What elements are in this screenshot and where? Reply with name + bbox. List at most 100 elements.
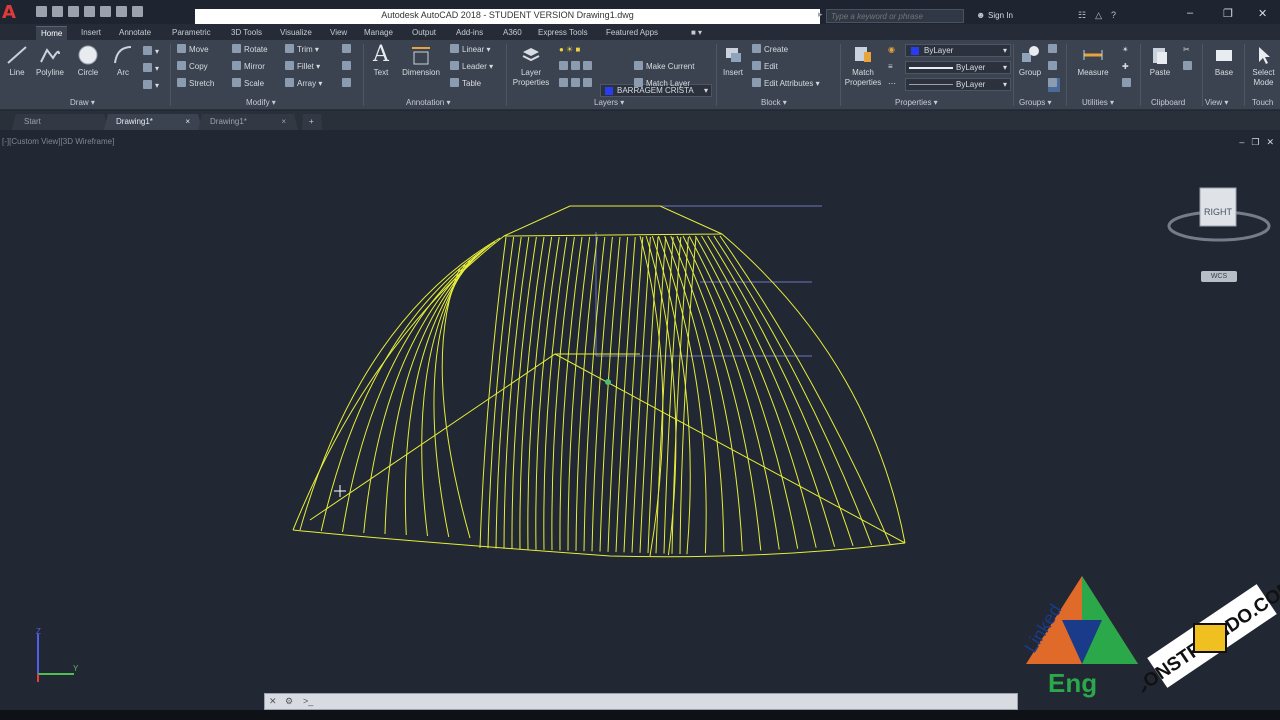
exchange-icon[interactable]: △ xyxy=(1095,10,1102,21)
close-tab-icon[interactable]: × xyxy=(185,114,190,129)
dimension-button[interactable]: Dimension xyxy=(398,44,444,77)
layer-properties-button[interactable]: Layer Properties xyxy=(509,44,553,88)
command-line[interactable]: ✕ ⚙ >_ xyxy=(264,693,1018,710)
polyline-button[interactable]: Polyline xyxy=(32,44,68,77)
ribbon-options-icon[interactable]: ■ ▾ xyxy=(686,26,707,40)
measure-button[interactable]: Measure xyxy=(1072,44,1114,77)
tab-3d-tools[interactable]: 3D Tools xyxy=(226,26,267,40)
help-icon[interactable]: ? xyxy=(1111,10,1116,21)
trim-button[interactable]: Trim ▾ xyxy=(285,44,319,58)
tab-a360[interactable]: A360 xyxy=(498,26,527,40)
undo-icon[interactable] xyxy=(116,6,127,17)
copy-clip-icon[interactable] xyxy=(1183,61,1195,75)
cut-icon[interactable]: ✂ xyxy=(1183,44,1190,58)
paste-button[interactable]: Paste xyxy=(1146,44,1174,77)
properties-panel-title[interactable]: Properties ▾ xyxy=(895,98,938,107)
sign-in-link[interactable]: Sign In xyxy=(988,11,1013,20)
stretch-button[interactable]: Stretch xyxy=(177,78,214,92)
tab-manage[interactable]: Manage xyxy=(359,26,398,40)
edit-attributes-button[interactable]: Edit Attributes ▾ xyxy=(752,78,820,92)
match-layer-button[interactable]: Match Layer xyxy=(634,78,690,92)
file-tab-drawing1-active[interactable]: Drawing1* × xyxy=(104,114,202,130)
erase-icon[interactable] xyxy=(342,44,354,58)
modify-panel-title[interactable]: Modify ▾ xyxy=(246,98,276,107)
offset-icon[interactable] xyxy=(342,78,354,92)
file-tab-start[interactable]: Start xyxy=(12,114,108,130)
close-icon[interactable]: ✕ xyxy=(1258,7,1267,20)
tab-insert[interactable]: Insert xyxy=(76,26,106,40)
viewcube[interactable]: RIGHT xyxy=(1166,184,1272,250)
fillet-button[interactable]: Fillet ▾ xyxy=(285,61,320,75)
groups-panel-title[interactable]: Groups ▾ xyxy=(1019,98,1051,107)
arc-button[interactable]: Arc xyxy=(110,44,136,77)
lineweight-icon[interactable]: ≡ xyxy=(888,61,893,75)
search-box[interactable] xyxy=(826,9,964,23)
array-button[interactable]: Array ▾ xyxy=(285,78,322,92)
tab-annotate[interactable]: Annotate xyxy=(114,26,156,40)
tab-home[interactable]: Home xyxy=(36,26,68,40)
restore-icon[interactable]: ❐ xyxy=(1223,7,1233,20)
rotate-button[interactable]: Rotate xyxy=(232,44,268,58)
close-tab-icon[interactable]: × xyxy=(281,114,286,129)
tab-view[interactable]: View xyxy=(325,26,352,40)
clipboard-panel-title[interactable]: Clipboard xyxy=(1151,98,1185,107)
tab-output[interactable]: Output xyxy=(407,26,441,40)
calculator-icon[interactable] xyxy=(1122,78,1134,92)
autocad-logo-icon[interactable]: A xyxy=(2,3,26,23)
minimize-icon[interactable]: – xyxy=(1187,7,1193,19)
search-input[interactable] xyxy=(827,10,963,22)
text-button[interactable]: A Text xyxy=(369,44,393,78)
create-block-button[interactable]: Create xyxy=(752,44,788,58)
ungroup-icon[interactable] xyxy=(1048,44,1060,58)
group-selection-icon[interactable] xyxy=(1048,78,1060,92)
rectangle-icon[interactable]: ▾ xyxy=(143,46,159,60)
tab-add-ins[interactable]: Add-ins xyxy=(451,26,488,40)
user-icon[interactable]: ☻ xyxy=(976,10,985,20)
table-button[interactable]: Table xyxy=(450,78,481,92)
utilities-panel-title[interactable]: Utilities ▾ xyxy=(1082,98,1114,107)
annotation-panel-title[interactable]: Annotation ▾ xyxy=(406,98,451,107)
move-button[interactable]: Move xyxy=(177,44,209,58)
id-point-icon[interactable]: ✚ xyxy=(1122,61,1129,75)
scale-button[interactable]: Scale xyxy=(232,78,264,92)
command-close-icon[interactable]: ✕ xyxy=(269,696,277,707)
open-icon[interactable] xyxy=(52,6,63,17)
layers-panel-title[interactable]: Layers ▾ xyxy=(594,98,624,107)
layer-state-icons[interactable]: ● ☀ ■ xyxy=(559,44,580,58)
save-as-icon[interactable] xyxy=(84,6,95,17)
layer-tools-row2[interactable] xyxy=(559,78,595,92)
new-icon[interactable] xyxy=(36,6,47,17)
select-mode-button[interactable]: Select Mode xyxy=(1247,44,1280,88)
hatch-icon[interactable]: ▾ xyxy=(143,63,159,77)
leader-button[interactable]: Leader ▾ xyxy=(450,61,493,75)
group-edit-icon[interactable] xyxy=(1048,61,1060,75)
plot-icon[interactable] xyxy=(100,6,111,17)
copy-button[interactable]: Copy xyxy=(177,61,208,75)
draw-panel-title[interactable]: Draw ▾ xyxy=(70,98,95,107)
wcs-menu[interactable]: WCS xyxy=(1201,271,1237,282)
circle-button[interactable]: Circle xyxy=(74,44,102,77)
gradient-icon[interactable]: ▾ xyxy=(143,80,159,94)
linetype-dropdown[interactable]: ByLayer ▾ xyxy=(905,78,1011,91)
make-current-button[interactable]: Make Current xyxy=(634,61,694,75)
tab-parametric[interactable]: Parametric xyxy=(167,26,216,40)
block-panel-title[interactable]: Block ▾ xyxy=(761,98,787,107)
lineweight-dropdown[interactable]: ByLayer ▾ xyxy=(905,61,1011,74)
file-tab-drawing1[interactable]: Drawing1* × xyxy=(198,114,298,130)
view-panel-title[interactable]: View ▾ xyxy=(1205,98,1228,107)
linetype-icon[interactable]: ⋯ xyxy=(888,78,896,92)
cart-icon[interactable]: ☷ xyxy=(1078,10,1086,21)
explode-icon[interactable] xyxy=(342,61,354,75)
mirror-button[interactable]: Mirror xyxy=(232,61,265,75)
tab-featured-apps[interactable]: Featured Apps xyxy=(601,26,663,40)
save-icon[interactable] xyxy=(68,6,79,17)
tab-express-tools[interactable]: Express Tools xyxy=(533,26,593,40)
edit-block-button[interactable]: Edit xyxy=(752,61,778,75)
color-wheel-icon[interactable]: ◉ xyxy=(888,44,895,58)
base-button[interactable]: Base xyxy=(1210,44,1238,77)
tab-visualize[interactable]: Visualize xyxy=(275,26,317,40)
command-customize-icon[interactable]: ⚙ xyxy=(285,696,293,707)
search-arrow-icon[interactable]: ▸ xyxy=(818,9,823,20)
color-dropdown[interactable]: ByLayer ▾ xyxy=(905,44,1011,57)
insert-button[interactable]: Insert xyxy=(720,44,746,77)
